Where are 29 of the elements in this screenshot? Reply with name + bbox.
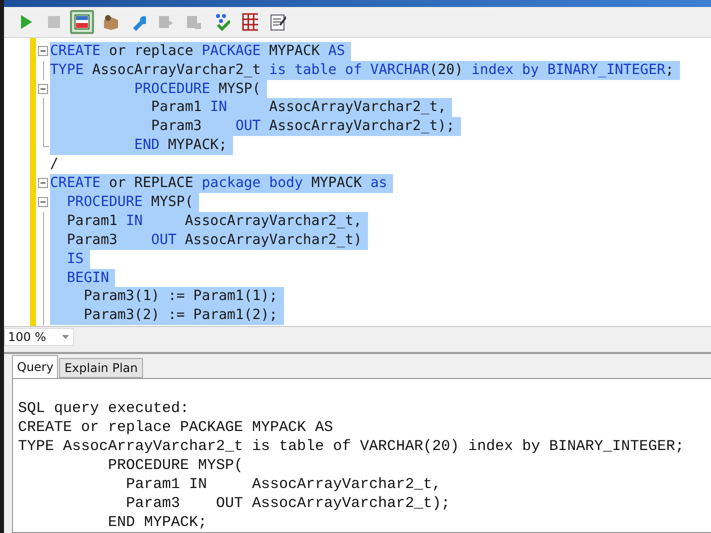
fold-end-line xyxy=(42,136,48,148)
tab[interactable]: Query xyxy=(12,355,58,378)
output-line: Param3 OUT AssocArrayVarchar2_t); xyxy=(125,494,450,513)
note-edit-icon xyxy=(270,12,286,31)
package-icon xyxy=(102,14,118,30)
output-line: PROCEDURE MYSP( xyxy=(107,456,244,475)
grid-icon xyxy=(242,12,258,31)
results-pane-icon xyxy=(74,14,90,30)
output-line: Param1 IN AssocArrayVarchar2_t, xyxy=(125,475,442,494)
dots-check-icon xyxy=(214,12,230,31)
caret-icon xyxy=(62,335,69,340)
step-icon xyxy=(158,14,174,30)
output-line: END MYPACK; xyxy=(107,513,208,532)
toolbar-button[interactable] xyxy=(70,10,94,34)
fold-minus-icon[interactable] xyxy=(38,178,48,188)
step-icon xyxy=(186,14,202,30)
fold-line xyxy=(42,60,44,80)
zoom-dropdown[interactable]: 100 % xyxy=(4,328,74,346)
play-icon xyxy=(19,14,33,30)
code-editor[interactable] xyxy=(4,36,711,326)
fold-minus-icon[interactable] xyxy=(38,84,48,94)
fold-minus-icon[interactable] xyxy=(38,46,48,56)
code-line: / xyxy=(50,155,60,174)
output-line: SQL query executed: xyxy=(18,399,190,418)
stop-icon xyxy=(48,16,60,28)
output-line: TYPE AssocArrayVarchar2_t is table of VARCHAR(20) index by BINARY_INTEGER; xyxy=(18,437,684,456)
output-line: CREATE or replace PACKAGE MYPACK AS xyxy=(18,418,334,437)
tab[interactable]: Explain Plan xyxy=(59,358,143,378)
fold-minus-icon[interactable] xyxy=(38,197,48,208)
